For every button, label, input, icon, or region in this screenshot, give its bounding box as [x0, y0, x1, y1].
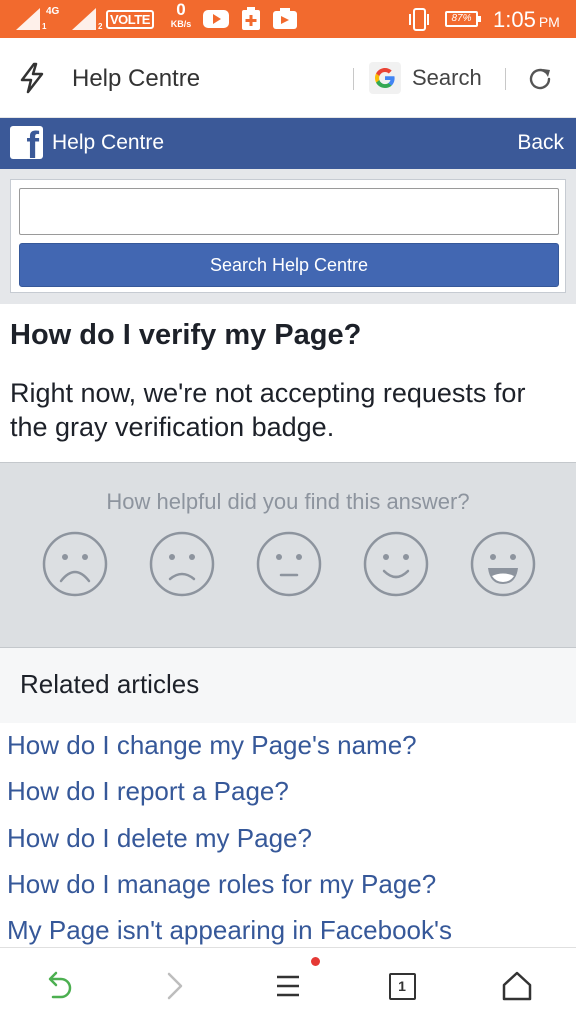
- article-title: How do I verify my Page?: [10, 319, 362, 351]
- very-happy-face-icon[interactable]: [470, 531, 536, 597]
- google-icon: [369, 62, 401, 94]
- happy-face-icon[interactable]: [363, 531, 429, 597]
- home-icon: [502, 971, 532, 1001]
- battery-indicator: 87%: [445, 11, 481, 27]
- divider: [505, 68, 506, 90]
- sim1-label: 1: [42, 22, 47, 31]
- volte-badge: VOLTE: [106, 10, 154, 29]
- help-centre-header: f Help Centre Back: [0, 118, 576, 169]
- divider: [353, 68, 354, 90]
- neutral-face-icon[interactable]: [256, 531, 322, 597]
- google-search-button[interactable]: Search: [369, 60, 482, 96]
- undo-arrow-icon: [48, 971, 72, 999]
- related-link[interactable]: How do I change my Page's name?: [7, 730, 417, 761]
- menu-button[interactable]: [270, 966, 306, 1006]
- header-title[interactable]: Help Centre: [52, 131, 164, 155]
- lightning-icon[interactable]: [18, 62, 46, 94]
- speed-value: 0: [176, 0, 186, 19]
- related-link[interactable]: How do I manage roles for my Page?: [7, 869, 436, 900]
- related-articles-heading: Related articles: [20, 669, 200, 699]
- related-link[interactable]: How do I delete my Page?: [7, 823, 312, 854]
- sim2-label: 2: [98, 22, 103, 31]
- back-link[interactable]: Back: [517, 131, 564, 155]
- battery-saver-icon: [242, 7, 260, 30]
- search-input[interactable]: [19, 188, 559, 235]
- youtube-icon: [203, 10, 229, 28]
- feedback-question: How helpful did you find this answer?: [106, 489, 470, 514]
- search-label: Search: [412, 65, 482, 90]
- home-button[interactable]: [499, 966, 535, 1006]
- signal-icon: [16, 8, 40, 30]
- very-sad-face-icon[interactable]: [42, 531, 108, 597]
- clock-ampm: PM: [538, 14, 560, 30]
- feedback-section: How helpful did you find this answer?: [0, 462, 576, 648]
- clock-time: 1:05: [493, 7, 536, 32]
- forward-nav-button[interactable]: [156, 966, 192, 1006]
- notification-dot: [311, 957, 320, 966]
- tabs-button[interactable]: 1: [384, 966, 420, 1006]
- clock: 1:05 PM: [493, 7, 560, 33]
- search-box: Search Help Centre: [10, 179, 566, 293]
- signal-icon-2: [72, 8, 96, 30]
- bottom-navigation: 1: [0, 947, 576, 1024]
- page-title[interactable]: Help Centre: [72, 65, 200, 93]
- browser-toolbar: Help Centre Search: [0, 38, 576, 118]
- tab-count: 1: [388, 972, 416, 1000]
- search-help-centre-button[interactable]: Search Help Centre: [19, 243, 559, 287]
- refresh-icon[interactable]: [526, 65, 554, 93]
- facebook-logo-letter: f: [26, 126, 39, 159]
- network-type-label: 4G: [46, 6, 60, 17]
- chevron-right-icon: [167, 972, 183, 1000]
- menu-icon: [277, 975, 299, 997]
- facebook-logo-icon[interactable]: f: [10, 126, 43, 159]
- related-articles-header: Related articles: [0, 648, 576, 723]
- search-section: Search Help Centre: [0, 169, 576, 304]
- related-link[interactable]: My Page isn't appearing in Facebook's: [7, 915, 452, 946]
- back-nav-button[interactable]: [40, 966, 76, 1006]
- gallery-icon: [273, 8, 297, 29]
- speed-unit: KB/s: [170, 19, 192, 29]
- related-link[interactable]: How do I report a Page?: [7, 776, 289, 807]
- sad-face-icon[interactable]: [149, 531, 215, 597]
- vibrate-icon: [409, 8, 429, 31]
- network-speed: 0 KB/s: [166, 0, 196, 31]
- article: How do I verify my Page? Right now, we'r…: [0, 304, 576, 462]
- article-body: Right now, we're not accepting requests …: [10, 378, 526, 442]
- status-bar: 4G 1 2 VOLTE 0 KB/s 87% 1:05 PM: [0, 0, 576, 38]
